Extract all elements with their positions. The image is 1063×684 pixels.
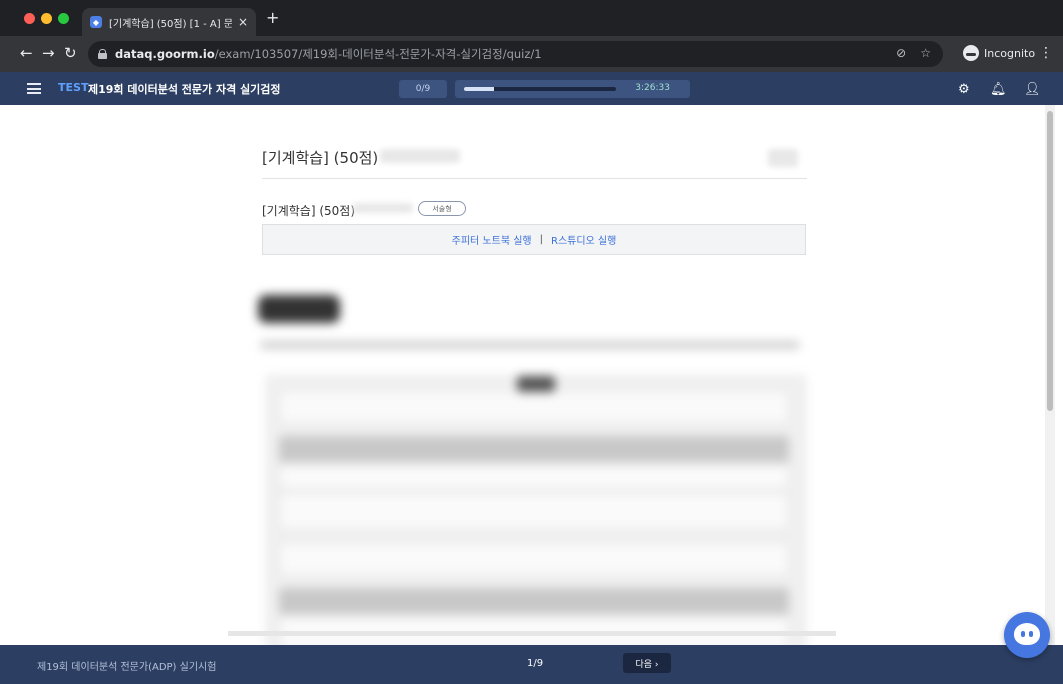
test-badge: TEST — [58, 81, 89, 94]
redacted-text — [768, 149, 798, 167]
question-type-badge: 서술형 — [418, 201, 466, 216]
new-tab-button[interactable]: + — [266, 8, 279, 27]
browser-toolbar: ← → ↻ dataq.goorm.io/exam/103507/제19회-데이… — [0, 36, 1063, 72]
tab-close-icon[interactable]: × — [238, 15, 248, 29]
forward-icon[interactable]: → — [42, 44, 55, 62]
blurred-section-header — [258, 295, 340, 323]
profile-button[interactable]: Incognito — [963, 45, 1035, 61]
menu-dots-icon[interactable]: ⋮ — [1039, 45, 1053, 61]
run-environment-bar: 주피터 노트북 실행 | R스튜디오 실행 — [262, 224, 806, 255]
scrollbar-thumb[interactable] — [1047, 111, 1053, 411]
exam-footer: 제19회 데이터분석 전문가(ADP) 실기시험 1/9 다음 › — [0, 645, 1063, 684]
rstudio-link[interactable]: R스튜디오 실행 — [551, 232, 616, 247]
scroll-shadow — [228, 631, 836, 636]
back-icon[interactable]: ← — [20, 44, 33, 62]
url-host: dataq.goorm.io — [115, 47, 215, 61]
question-count: 0/9 — [399, 80, 447, 98]
incognito-icon — [963, 45, 979, 61]
user-icon[interactable]: 👤︎ — [1024, 82, 1041, 97]
browser-tab[interactable]: ◆ [기계학습] (50점) [1 - A] 문제 - 제 × — [82, 8, 256, 36]
link-separator: | — [539, 234, 543, 245]
progress-bar — [464, 87, 616, 91]
divider — [262, 178, 807, 179]
chatbot-icon — [1014, 623, 1040, 645]
lock-icon[interactable] — [98, 49, 107, 59]
close-window-button[interactable] — [24, 13, 35, 24]
browser-tab-bar: ◆ [기계학습] (50점) [1 - A] 문제 - 제 × + — [0, 0, 1063, 36]
question-subtitle: [기계학습] (50점) — [262, 204, 356, 218]
jupyter-notebook-link[interactable]: 주피터 노트북 실행 — [452, 232, 532, 247]
eye-off-icon[interactable]: ⊘ — [896, 46, 906, 60]
reload-icon[interactable]: ↻ — [64, 44, 77, 62]
bell-icon[interactable]: 🔔︎ — [990, 82, 1007, 97]
next-button[interactable]: 다음 › — [623, 653, 671, 673]
goorm-favicon-icon: ◆ — [90, 16, 102, 28]
star-icon[interactable]: ☆ — [920, 46, 931, 60]
progress-timer: 3:26:33 — [455, 80, 690, 98]
main-content: [기계학습] (50점) [기계학습] (50점) 서술형 주피터 노트북 실행… — [8, 105, 1055, 645]
maximize-window-button[interactable] — [58, 13, 69, 24]
menu-icon[interactable] — [27, 83, 41, 94]
url-path: /exam/103507/제19회-데이터분석-전문가-자격-실기검정/quiz… — [214, 47, 542, 61]
redacted-text — [380, 149, 460, 163]
blurred-description — [260, 341, 800, 349]
minimize-window-button[interactable] — [41, 13, 52, 24]
redacted-text — [353, 203, 413, 213]
exam-title: 제19회 데이터분석 전문가 자격 실기검정 — [88, 83, 281, 96]
gear-icon[interactable]: ⚙ — [958, 82, 970, 97]
blurred-data-panel — [266, 375, 806, 645]
page-indicator: 1/9 — [527, 658, 544, 669]
question-title: [기계학습] (50점) — [262, 149, 379, 167]
progress-fill — [464, 87, 495, 91]
footer-exam-title: 제19회 데이터분석 전문가(ADP) 실기시험 — [37, 662, 217, 673]
chat-button[interactable] — [1004, 612, 1050, 658]
exam-header: TEST 제19회 데이터분석 전문가 자격 실기검정 0/9 3:26:33 … — [0, 72, 1063, 105]
tab-title: [기계학습] (50점) [1 - A] 문제 - 제 — [109, 18, 232, 30]
address-bar[interactable]: dataq.goorm.io/exam/103507/제19회-데이터분석-전문… — [88, 41, 943, 67]
profile-label: Incognito — [984, 46, 1036, 60]
scrollbar[interactable] — [1045, 105, 1055, 645]
timer: 3:26:33 — [635, 83, 670, 93]
